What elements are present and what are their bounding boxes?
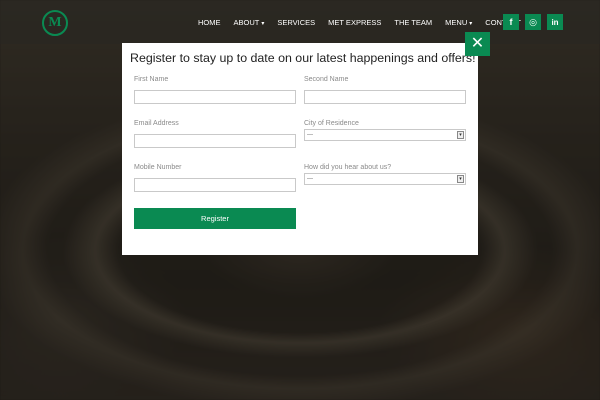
mobile-input[interactable] [134,177,296,192]
email-label: Email Address [134,120,179,127]
email-field-group: Email Address [134,120,296,148]
email-input[interactable] [134,133,296,148]
register-button[interactable]: Register [134,208,296,229]
first-name-input[interactable] [134,89,296,104]
nav-home[interactable]: HOME [198,18,221,27]
mobile-label: Mobile Number [134,164,182,171]
nav-the-team-label: THE TEAM [394,18,433,27]
second-name-field-group: Second Name [304,76,466,104]
chevron-down-icon: ▾ [457,175,464,183]
modal-title: Register to stay up to date on our lates… [130,51,476,65]
nav-menu-label: MENU [445,18,468,27]
second-name-input[interactable] [304,89,466,104]
site-header: M HOME ABOUT ▾ SERVICES MET EXPRESS THE T… [0,0,600,44]
logo-letter: M [48,15,62,30]
chevron-down-icon: ▾ [457,131,464,139]
nav-the-team[interactable]: THE TEAM [394,18,432,27]
heard-label: How did you hear about us? [304,164,392,171]
instagram-icon[interactable]: ◎ [525,14,541,30]
nav-services-label: SERVICES [277,18,316,27]
city-select[interactable]: --- ▾ [304,129,466,141]
close-icon[interactable]: ✕ [465,32,490,56]
nav-menu[interactable]: MENU ▾ [445,18,472,27]
first-name-field-group: First Name [134,76,296,104]
city-label: City of Residence [304,120,359,127]
linkedin-icon[interactable]: in [547,14,563,30]
heard-field-group: How did you hear about us? --- ▾ [304,164,466,185]
facebook-icon[interactable]: f [503,14,519,30]
site-logo[interactable]: M [42,10,68,36]
nav-met-express[interactable]: MET EXPRESS [328,18,381,27]
second-name-label: Second Name [304,76,349,83]
social-links: f ◎ in [503,14,566,30]
heard-select-value: --- [307,176,313,182]
heard-select[interactable]: --- ▾ [304,173,466,185]
city-select-value: --- [307,132,313,138]
main-nav: HOME ABOUT ▾ SERVICES MET EXPRESS THE TEA… [198,18,534,27]
chevron-down-icon: ▾ [261,21,265,27]
chevron-down-icon: ▾ [469,21,473,27]
nav-about[interactable]: ABOUT ▾ [234,18,265,27]
first-name-label: First Name [134,76,169,83]
nav-about-label: ABOUT [233,18,260,27]
nav-met-express-label: MET EXPRESS [328,18,382,27]
nav-home-label: HOME [198,18,221,27]
mobile-field-group: Mobile Number [134,164,296,192]
city-field-group: City of Residence --- ▾ [304,120,466,141]
register-modal: Register to stay up to date on our lates… [122,32,490,255]
nav-services[interactable]: SERVICES [277,18,315,27]
register-button-label: Register [201,214,229,223]
